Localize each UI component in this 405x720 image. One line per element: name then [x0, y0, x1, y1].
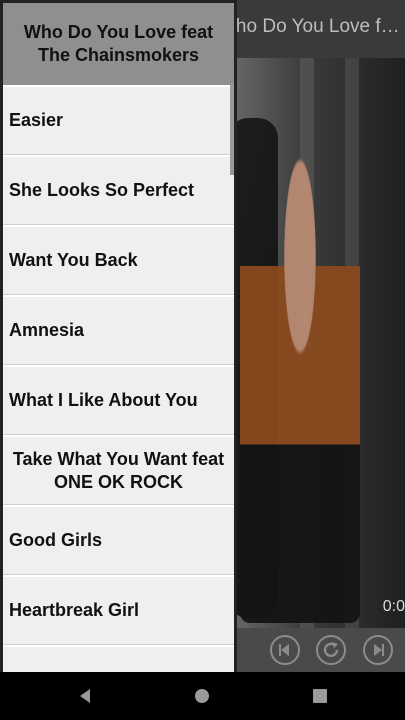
next-button[interactable]	[363, 635, 393, 665]
song-label: Amnesia	[9, 320, 85, 340]
drawer-scrollbar[interactable]	[230, 85, 234, 175]
song-item[interactable]: What I Like About You	[3, 365, 234, 435]
back-icon	[80, 689, 90, 703]
song-item[interactable]: Good Girls	[3, 505, 234, 575]
song-title: Who Do You Love feat The Chainsmokers	[218, 16, 405, 37]
song-item[interactable]: Amnesia	[3, 295, 234, 365]
song-label: Want You Back	[9, 250, 138, 270]
next-icon	[374, 644, 384, 656]
song-label: Good Girls	[9, 530, 103, 550]
song-item[interactable]: Want You Back	[3, 225, 234, 295]
song-label: What I Like About You	[9, 390, 198, 410]
song-item[interactable]: Easier	[3, 85, 234, 155]
song-label: Heartbreak Girl	[9, 600, 140, 620]
previous-button[interactable]	[270, 635, 300, 665]
song-item[interactable]: Take What You Want feat ONE OK ROCK	[3, 435, 234, 505]
recents-button[interactable]	[310, 686, 330, 706]
song-item[interactable]	[3, 645, 234, 672]
person-silhouette	[240, 153, 360, 623]
song-item[interactable]: She Looks So Perfect	[3, 155, 234, 225]
replay-icon	[323, 642, 339, 658]
song-drawer: Who Do You Love feat The Chainsmokers Ea…	[0, 0, 237, 672]
home-icon	[195, 689, 209, 703]
song-label: Easier	[9, 110, 64, 130]
song-list[interactable]: Easier She Looks So Perfect Want You Bac…	[3, 85, 234, 672]
system-navigation-bar	[0, 672, 405, 720]
home-button[interactable]	[192, 686, 212, 706]
recents-icon	[313, 689, 327, 703]
back-button[interactable]	[75, 686, 95, 706]
song-label: She Looks So Perfect	[9, 180, 195, 200]
playback-time: 0:0	[382, 598, 405, 615]
song-label: Take What You Want feat ONE OK ROCK	[12, 448, 225, 492]
drawer-header: Who Do You Love feat The Chainsmokers	[3, 3, 234, 85]
song-item[interactable]: Heartbreak Girl	[3, 575, 234, 645]
replay-button[interactable]	[316, 635, 346, 665]
previous-icon	[279, 644, 289, 656]
